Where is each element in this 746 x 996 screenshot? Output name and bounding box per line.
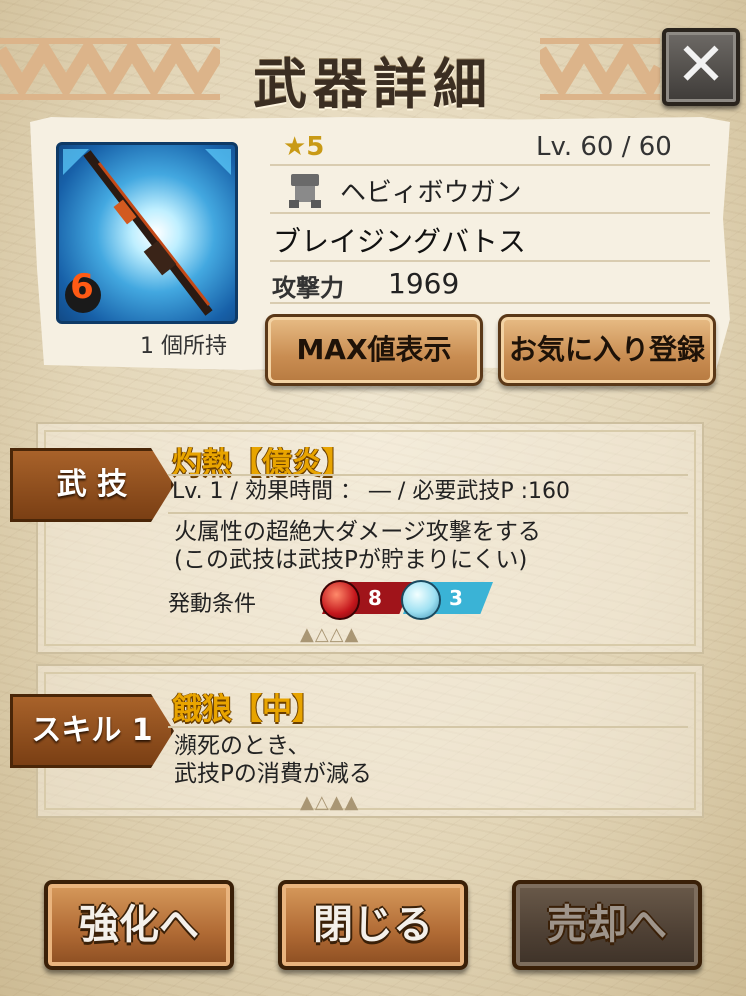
divider xyxy=(270,164,710,166)
weapon-icon[interactable]: 6 xyxy=(56,142,238,324)
skill-arts-tab: 武 技 xyxy=(10,448,174,522)
attack-label: 攻撃力 xyxy=(272,274,344,302)
water-count: 3 xyxy=(449,586,463,610)
close-icon: ✕ xyxy=(675,30,727,100)
element-badge: 6 xyxy=(70,267,94,307)
fire-orb-icon xyxy=(320,580,360,620)
close-button[interactable]: ✕ xyxy=(662,28,740,106)
favorite-button[interactable]: お気に入り登録 xyxy=(498,314,716,386)
divider xyxy=(270,302,710,304)
skill1-name: 餓狼【中】 xyxy=(172,692,322,727)
page-title: 武器詳細 xyxy=(253,53,493,116)
skill1-desc-2: 武技Pの消費が減る xyxy=(174,761,372,787)
water-orb-icon xyxy=(401,580,441,620)
divider xyxy=(168,726,688,728)
hold-count: 1 個所持 xyxy=(140,334,227,359)
weapon-name: ブレイジングバトス xyxy=(273,225,526,258)
heavy-bowgun-icon xyxy=(289,174,321,208)
enhance-button[interactable]: 強化へ xyxy=(44,880,234,970)
weapon-level: Lv. 60 / 60 xyxy=(536,132,672,162)
skill-arts-desc-2: (この武技は武技Pが貯まりにくい) xyxy=(174,547,528,573)
skill-arts-desc-1: 火属性の超絶大ダメージ攻撃をする xyxy=(174,519,541,545)
max-display-button[interactable]: MAX値表示 xyxy=(265,314,483,386)
attack-value: 1969 xyxy=(388,267,460,300)
weapon-detail-screen: 武器詳細 ✕ 6 1 個所持 ★5 Lv. 60 / 60 ヘビィボウガン ブレ… xyxy=(0,0,746,996)
divider xyxy=(168,512,688,514)
fire-count: 8 xyxy=(368,586,382,610)
close-bottom-button[interactable]: 閉じる xyxy=(278,880,468,970)
divider xyxy=(270,260,710,262)
expand-arrows-icon[interactable]: ▲△▲▲ xyxy=(300,792,359,813)
divider xyxy=(168,474,688,476)
sell-button[interactable]: 売却へ xyxy=(512,880,702,970)
divider xyxy=(270,212,710,214)
skill1-desc-1: 瀕死のとき、 xyxy=(174,733,311,759)
expand-arrows-icon[interactable]: ▲△△▲ xyxy=(300,624,359,645)
skill1-tab: スキル 1 xyxy=(10,694,174,768)
rarity-stars: ★5 xyxy=(283,132,325,162)
skill-arts-stats: Lv. 1 / 効果時間 ： ― / 必要武技P :160 xyxy=(172,479,570,504)
weapon-type: ヘビィボウガン xyxy=(340,178,522,208)
condition-label: 発動条件 xyxy=(168,592,257,617)
